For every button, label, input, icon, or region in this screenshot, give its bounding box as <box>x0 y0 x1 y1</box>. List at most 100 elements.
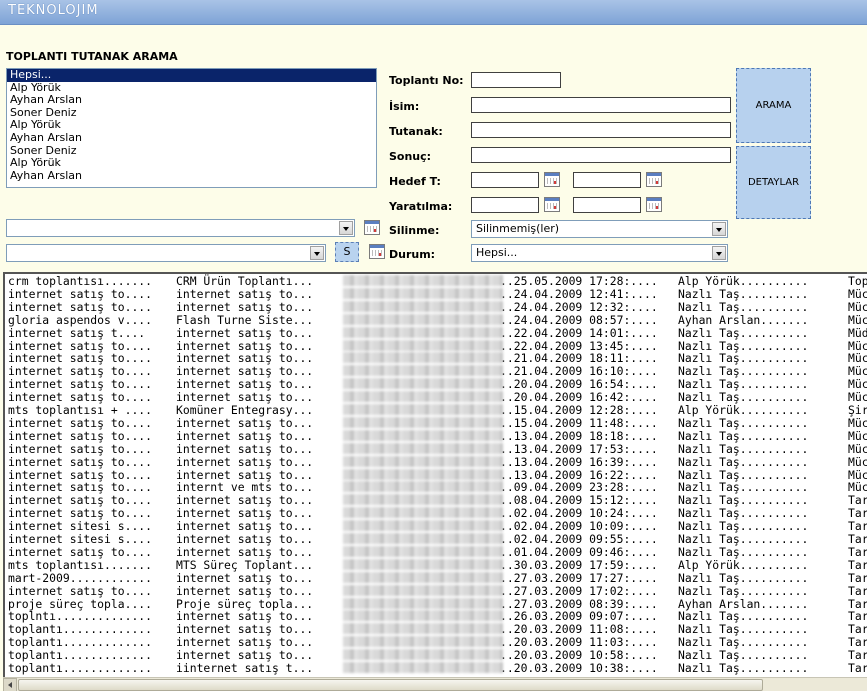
table-row[interactable]: internet satış to.... internet satış to..… <box>5 544 867 559</box>
cell-owner: Nazlı Taş.......... <box>678 325 809 340</box>
cell-date: ..13.04.2009 16:39:.... <box>500 454 658 469</box>
person-listbox[interactable]: Hepsi... Alp Yörük Ayhan Arslan Soner De… <box>6 68 377 188</box>
created-label: Yaratılma: <box>389 200 453 213</box>
results-table[interactable]: crm toplantısı....... CRM Ürün Toplantı..… <box>3 272 867 677</box>
redacted-cell <box>343 275 503 286</box>
cell-c2: internet satış to... <box>176 570 314 585</box>
cell-date: ..13.04.2009 18:18:.... <box>500 428 658 443</box>
redacted-cell <box>343 404 503 415</box>
table-row[interactable]: gloria aspendos v.... Flash Turne Siste..… <box>5 312 867 327</box>
table-row[interactable]: internet satış t.... internet satış to...… <box>5 325 867 340</box>
calendar-icon[interactable] <box>544 172 560 187</box>
table-row[interactable]: internet satış to.... internet satış to..… <box>5 454 867 469</box>
redacted-cell <box>343 442 503 454</box>
redacted-cell <box>343 287 503 299</box>
cell-owner: Nazlı Taş.......... <box>678 286 809 301</box>
name-label: İsim: <box>389 100 420 113</box>
cell-owner: Nazlı Taş.......... <box>678 428 809 443</box>
cell-c2: internet satış to... <box>176 544 314 559</box>
table-row[interactable]: internet satış to.... internet satış to..… <box>5 300 867 314</box>
redacted-cell <box>343 365 503 377</box>
cell-c2: iinternet satış t... <box>176 661 314 675</box>
chevron-down-icon <box>310 246 324 260</box>
table-row[interactable]: internet satış to.... internet satış to..… <box>5 583 867 598</box>
app-header: TEKNOLOJIM <box>0 0 867 25</box>
redacted-cell <box>343 507 503 519</box>
meeting-no-label: Toplantı No: <box>389 74 464 87</box>
scrollbar-thumb[interactable] <box>18 679 763 691</box>
table-row[interactable]: toplantı............. iinternet satış t..… <box>5 662 867 675</box>
person-option[interactable]: Alp Yörük <box>7 157 376 170</box>
calendar-icon[interactable] <box>364 220 380 235</box>
table-row[interactable]: mts toplantısı....... MTS Süreç Toplant..… <box>5 557 867 572</box>
calendar-icon[interactable] <box>544 197 560 212</box>
calendar-icon[interactable] <box>646 172 662 187</box>
cell-tail: Müc <box>848 312 867 327</box>
calendar-icon[interactable] <box>369 244 385 259</box>
person-option[interactable]: Ayhan Arslan <box>7 94 376 107</box>
filter-select-1[interactable] <box>6 219 355 237</box>
cell-date: ..22.04.2009 14:01:.... <box>500 325 658 340</box>
result-input[interactable] <box>471 147 731 163</box>
redacted-cell <box>343 649 503 661</box>
redacted-cell <box>343 623 503 635</box>
table-row[interactable]: internet satış to.... internet satış to..… <box>5 286 867 301</box>
cell-owner: Nazlı Taş.......... <box>678 441 809 456</box>
person-option[interactable]: Ayhan Arslan <box>7 169 376 183</box>
person-option[interactable]: Soner Deniz <box>7 144 376 158</box>
table-row[interactable]: internet satış to.... internet satış to..… <box>5 428 867 443</box>
redacted-cell <box>343 533 503 544</box>
details-button[interactable]: DETAYLAR <box>736 146 811 219</box>
cell-date: ..01.04.2009 09:46:.... <box>500 544 658 559</box>
cell-date: ..24.04.2009 12:41:.... <box>500 286 658 301</box>
cell-c1: internet satış to.... <box>8 454 153 469</box>
table-row[interactable]: internet satış to.... internet satış to..… <box>5 415 867 430</box>
created-to-input[interactable] <box>573 197 641 213</box>
cell-owner: Nazlı Taş.......... <box>678 583 809 598</box>
page-title: TOPLANTI TUTANAK ARAMA <box>6 50 178 63</box>
app-logo: TEKNOLOJIM <box>8 3 99 18</box>
cell-c2: internet satış to... <box>176 428 314 443</box>
table-row[interactable]: mart-2009............ internet satış to..… <box>5 570 867 585</box>
cell-c2: internet satış to... <box>176 415 314 430</box>
cell-owner: Nazlı Taş.......... <box>678 415 809 430</box>
cell-tail: Müc <box>848 286 867 301</box>
horizontal-scrollbar[interactable] <box>3 677 867 691</box>
cell-tail: Müc <box>848 454 867 469</box>
cell-owner: Nazlı Taş.......... <box>678 661 809 675</box>
cell-c1: mart-2009............ <box>8 570 153 585</box>
target-date-from-input[interactable] <box>471 172 539 188</box>
table-row[interactable]: internet satış to.... internet satış to..… <box>5 441 867 456</box>
status-select[interactable]: Hepsi... <box>471 244 728 262</box>
s-button[interactable]: S <box>335 242 359 262</box>
deletion-select[interactable]: Silinmemiş(ler) <box>471 220 728 238</box>
person-option[interactable]: Soner Deniz <box>7 106 376 120</box>
redacted-cell <box>343 455 503 467</box>
minutes-label: Tutanak: <box>389 125 443 138</box>
minutes-input[interactable] <box>471 122 731 138</box>
cell-c1: internet satış to.... <box>8 286 153 301</box>
cell-c1: internet satış to.... <box>8 415 153 430</box>
redacted-cell <box>343 352 503 364</box>
redacted-cell <box>343 636 503 648</box>
redacted-cell <box>343 494 503 506</box>
cell-tail: Müc <box>848 441 867 456</box>
search-button[interactable]: ARAMA <box>736 68 811 143</box>
target-date-to-input[interactable] <box>573 172 641 188</box>
cell-c2: MTS Süreç Toplant... <box>176 557 314 572</box>
person-option[interactable]: Hepsi... <box>7 69 376 82</box>
meeting-no-input[interactable] <box>471 72 561 88</box>
filter-select-2[interactable] <box>6 244 326 262</box>
redacted-cell <box>343 584 503 596</box>
cell-owner: Nazlı Taş.......... <box>678 570 809 585</box>
calendar-icon[interactable] <box>646 197 662 212</box>
name-input[interactable] <box>471 97 731 113</box>
created-from-input[interactable] <box>471 197 539 213</box>
scroll-left-icon[interactable] <box>3 678 17 691</box>
redacted-cell <box>343 610 503 622</box>
cell-owner: Ayhan Arslan....... <box>678 312 809 327</box>
cell-c1: internet satış to.... <box>8 583 153 598</box>
cell-c2: Flash Turne Siste... <box>176 312 314 327</box>
redacted-cell <box>343 520 503 532</box>
person-option[interactable]: Ayhan Arslan <box>7 131 376 145</box>
